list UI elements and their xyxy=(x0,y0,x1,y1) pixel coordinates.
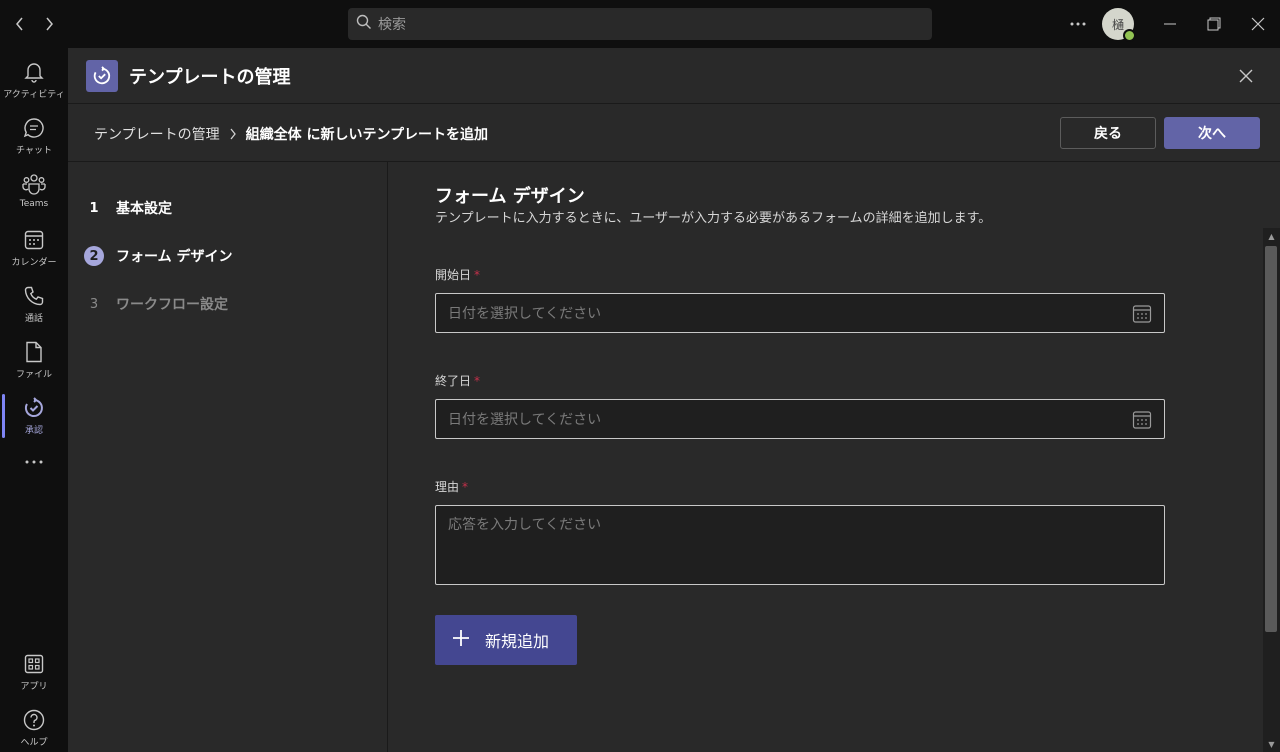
add-new-label: 新規追加 xyxy=(485,632,550,651)
reason-placeholder: 応答を入力してください xyxy=(448,517,602,533)
step-label: フォーム デザイン xyxy=(116,249,233,265)
file-icon xyxy=(22,340,46,364)
rail-item-activity[interactable]: アクティビティ xyxy=(0,52,68,104)
active-indicator xyxy=(2,394,5,438)
form-description: テンプレートに入力するときに、ユーザーが入力する必要があるフォームの詳細を追加し… xyxy=(435,211,992,226)
rail-label: Teams xyxy=(19,199,49,209)
chevron-right-icon xyxy=(229,128,237,140)
presence-available-icon xyxy=(1123,29,1136,42)
search-box[interactable]: 検索 xyxy=(348,8,932,40)
close-window-icon[interactable] xyxy=(1242,8,1274,40)
apps-icon xyxy=(22,652,46,676)
help-icon xyxy=(22,708,46,732)
step-label: ワークフロー設定 xyxy=(116,297,228,313)
rail-label: ファイル xyxy=(15,370,52,380)
calendar-icon[interactable] xyxy=(1132,304,1152,324)
phone-icon xyxy=(22,284,46,308)
start-date-label: 開始日 * xyxy=(435,266,480,283)
step-number: 3 xyxy=(89,296,99,312)
step-basic-settings[interactable]: 1 基本設定 xyxy=(84,198,172,218)
minimize-icon[interactable] xyxy=(1154,8,1186,40)
scroll-up-icon[interactable]: ▲ xyxy=(1263,228,1280,244)
rail-item-apps[interactable]: アプリ xyxy=(0,644,68,696)
rail-item-files[interactable]: ファイル xyxy=(0,332,68,384)
close-icon[interactable] xyxy=(1234,64,1258,88)
end-date-field[interactable]: 日付を選択してください xyxy=(435,399,1165,439)
avatar-initial: 樋 xyxy=(1111,17,1124,32)
search-placeholder: 検索 xyxy=(378,17,406,33)
required-mark: * xyxy=(474,374,481,388)
step-workflow-settings[interactable]: 3 ワークフロー設定 xyxy=(84,294,228,314)
field-label-text: 終了日 xyxy=(435,374,472,388)
bell-icon xyxy=(22,60,46,84)
wizard-steps: 1 基本設定 2 フォーム デザイン 3 ワークフロー設定 xyxy=(68,162,388,752)
scrollbar-thumb[interactable] xyxy=(1265,246,1277,632)
required-mark: * xyxy=(474,268,481,282)
form-title: フォーム デザイン xyxy=(435,186,585,207)
search-icon xyxy=(356,14,372,34)
rail-label: 通話 xyxy=(24,314,43,324)
chat-icon xyxy=(22,116,46,140)
rail-label: アプリ xyxy=(20,682,48,692)
date-placeholder: 日付を選択してください xyxy=(448,306,602,322)
rail-item-teams[interactable]: Teams xyxy=(0,164,68,216)
avatar[interactable]: 樋 xyxy=(1102,8,1136,42)
vertical-scrollbar[interactable]: ▲ ▼ xyxy=(1263,228,1280,752)
breadcrumb: テンプレートの管理 組織全体 に新しいテンプレートを追加 xyxy=(94,124,488,144)
panel-header: テンプレートの管理 xyxy=(68,48,1280,104)
step-number: 1 xyxy=(89,200,99,216)
plus-icon xyxy=(451,628,471,652)
approvals-icon xyxy=(22,396,46,420)
reason-label: 理由 * xyxy=(435,478,468,495)
field-label-text: 理由 xyxy=(435,480,460,494)
reason-textarea[interactable]: 応答を入力してください xyxy=(435,505,1165,585)
back-arrow-icon[interactable] xyxy=(8,12,32,36)
start-date-field[interactable]: 日付を選択してください xyxy=(435,293,1165,333)
breadcrumb-current: 組織全体 に新しいテンプレートを追加 xyxy=(245,127,489,143)
rail-item-help[interactable]: ヘルプ xyxy=(0,700,68,752)
title-bar: 検索 樋 xyxy=(0,0,1280,48)
back-button[interactable]: 戻る xyxy=(1060,117,1156,149)
teams-icon xyxy=(22,172,46,196)
breadcrumb-root[interactable]: テンプレートの管理 xyxy=(94,124,220,144)
form-design-area: フォーム デザイン テンプレートに入力するときに、ユーザーが入力する必要があるフ… xyxy=(389,162,1280,752)
scroll-down-icon[interactable]: ▼ xyxy=(1263,736,1280,752)
rail-label: アクティビティ xyxy=(3,90,65,100)
approvals-app-icon xyxy=(86,60,118,92)
next-button[interactable]: 次へ xyxy=(1164,117,1260,149)
step-number: 2 xyxy=(84,246,104,266)
step-form-design[interactable]: 2 フォーム デザイン xyxy=(84,246,232,266)
calendar-icon xyxy=(22,228,46,252)
field-label-text: 開始日 xyxy=(435,268,472,282)
date-placeholder: 日付を選択してください xyxy=(448,412,602,428)
add-new-button[interactable]: 新規追加 xyxy=(435,615,577,665)
rail-item-calls[interactable]: 通話 xyxy=(0,276,68,328)
forward-arrow-icon[interactable] xyxy=(37,12,61,36)
rail-item-approvals[interactable]: 承認 xyxy=(0,388,68,440)
calendar-icon[interactable] xyxy=(1132,410,1152,430)
rail-label: チャット xyxy=(16,146,52,156)
more-apps-icon[interactable] xyxy=(0,452,68,482)
rail-item-chat[interactable]: チャット xyxy=(0,108,68,160)
restore-icon[interactable] xyxy=(1198,8,1230,40)
end-date-label: 終了日 * xyxy=(435,372,480,389)
rail-item-calendar[interactable]: カレンダー xyxy=(0,220,68,272)
more-options-icon[interactable] xyxy=(1066,12,1090,36)
rail-label: カレンダー xyxy=(11,258,57,268)
required-mark: * xyxy=(462,480,469,494)
rail-label: 承認 xyxy=(24,426,43,436)
manage-templates-panel: テンプレートの管理 テンプレートの管理 組織全体 に新しいテンプレートを追加 戻… xyxy=(68,48,1280,752)
app-rail: アクティビティ チャット Teams カレンダー 通話 ファイル 承認 アプリ … xyxy=(0,48,68,752)
sub-header: テンプレートの管理 組織全体 に新しいテンプレートを追加 戻る 次へ xyxy=(68,105,1280,162)
step-label: 基本設定 xyxy=(116,201,172,217)
rail-label: ヘルプ xyxy=(20,738,48,748)
page-title: テンプレートの管理 xyxy=(129,67,291,88)
